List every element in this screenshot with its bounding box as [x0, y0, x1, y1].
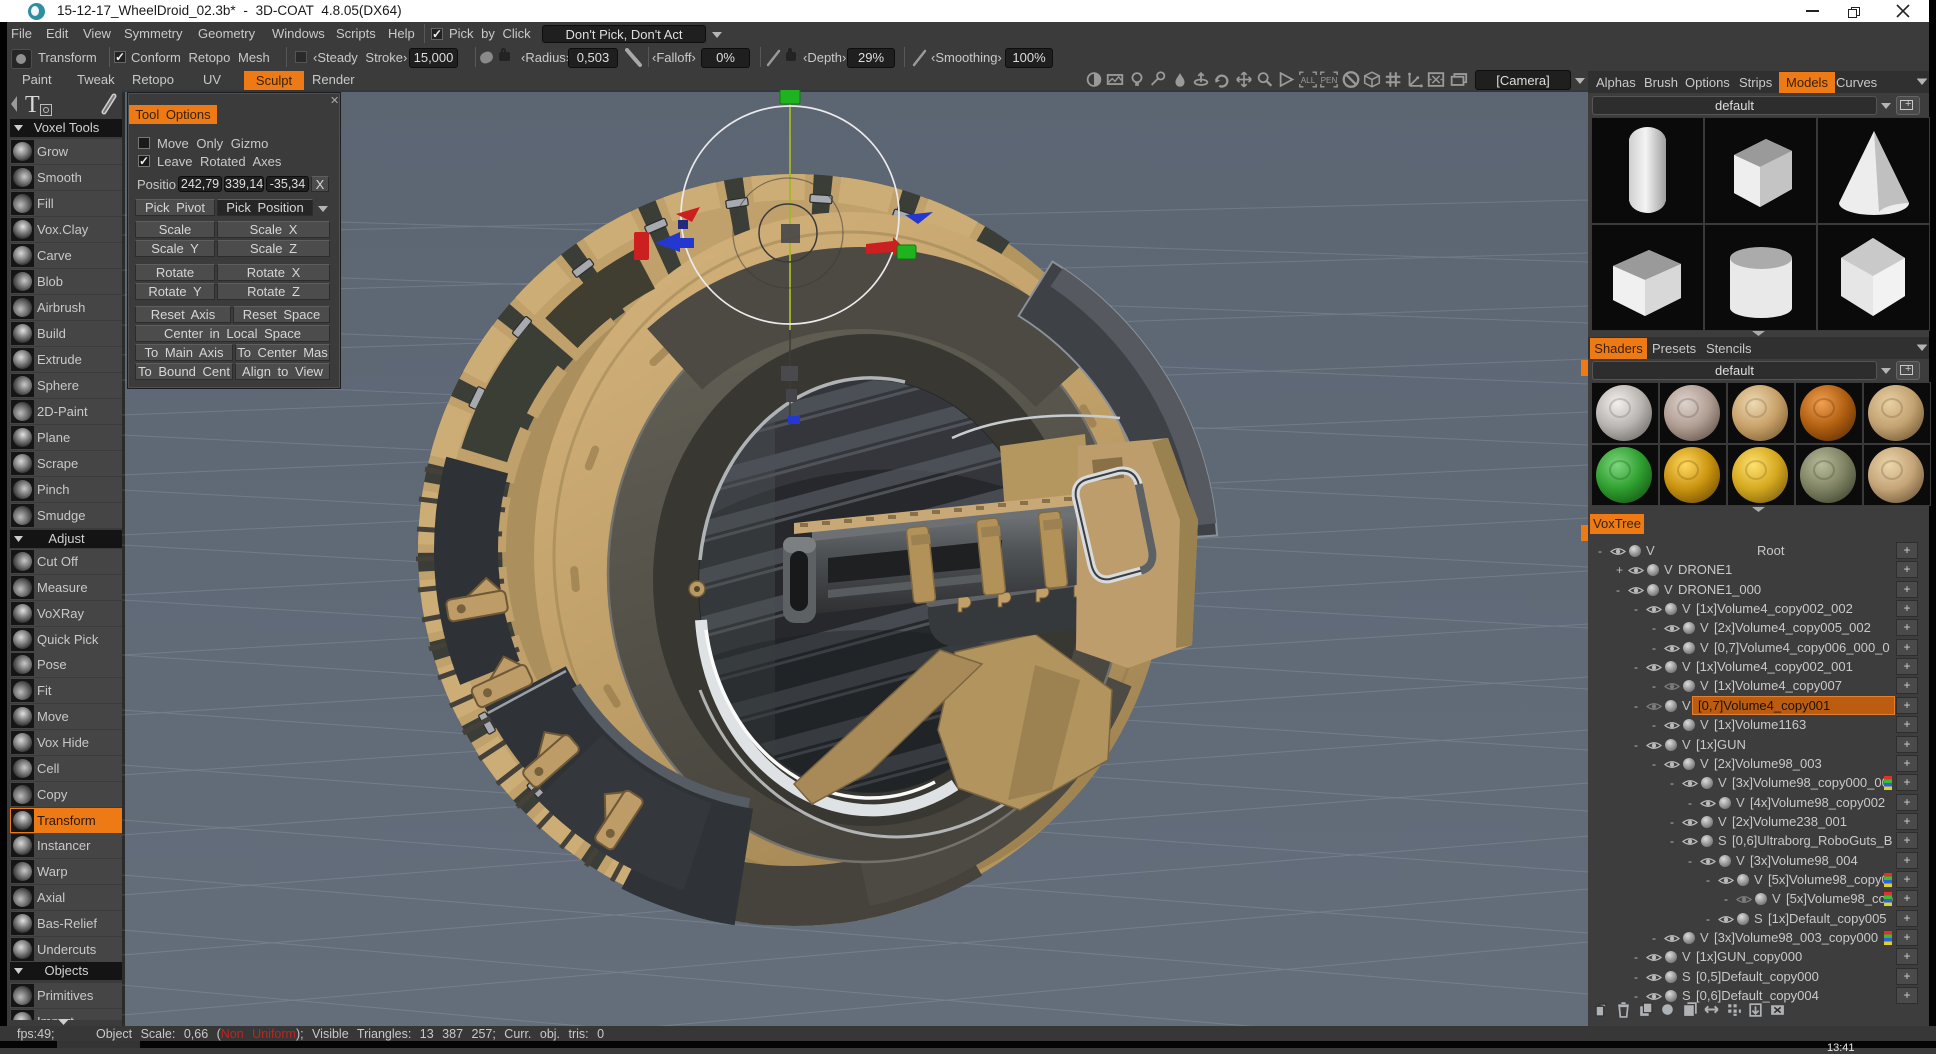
svg-text:ALL: ALL	[1301, 76, 1316, 85]
svg-text:PEN: PEN	[1321, 76, 1338, 85]
